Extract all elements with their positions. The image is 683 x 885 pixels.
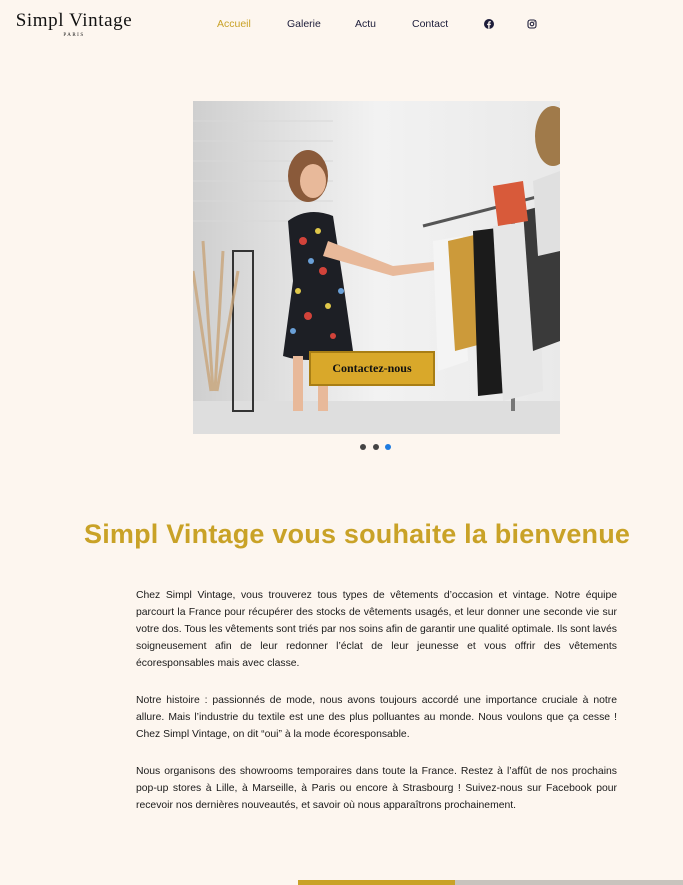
instagram-icon[interactable] <box>527 19 537 29</box>
nav-item-accueil[interactable]: Accueil <box>217 18 251 30</box>
cookie-bar-accent <box>298 880 455 885</box>
nav-item-contact[interactable]: Contact <box>412 18 448 30</box>
slider-dot-1[interactable] <box>360 444 366 450</box>
intro-paragraph-1: Chez Simpl Vintage, vous trouverez tous … <box>136 590 617 669</box>
brand-subtitle: PARIS <box>63 33 85 38</box>
welcome-heading: Simpl Vintage vous souhaite la bienvenue <box>84 519 631 549</box>
brand-name: Simpl Vintage <box>15 10 133 31</box>
hero-slider[interactable]: Contactez-nous <box>193 101 560 434</box>
nav-item-actu[interactable]: Actu <box>355 18 376 30</box>
slider-dot-2[interactable] <box>373 444 379 450</box>
slider-dot-3[interactable] <box>385 444 391 450</box>
facebook-icon[interactable] <box>484 19 494 29</box>
intro-paragraph-2: Notre histoire : passionnés de mode, nou… <box>136 695 617 740</box>
slider-dots <box>360 444 396 450</box>
intro-paragraph-3: Nous organisons des showrooms temporaire… <box>136 766 617 811</box>
nav-item-galerie[interactable]: Galerie <box>287 18 321 30</box>
site-header: Simpl Vintage PARIS Accueil Galerie Actu… <box>0 0 683 52</box>
intro-text: Chez Simpl Vintage, vous trouverez tous … <box>136 587 617 834</box>
brand-logo[interactable]: Simpl Vintage PARIS <box>6 10 142 38</box>
contact-cta-button[interactable]: Contactez-nous <box>309 351 435 386</box>
